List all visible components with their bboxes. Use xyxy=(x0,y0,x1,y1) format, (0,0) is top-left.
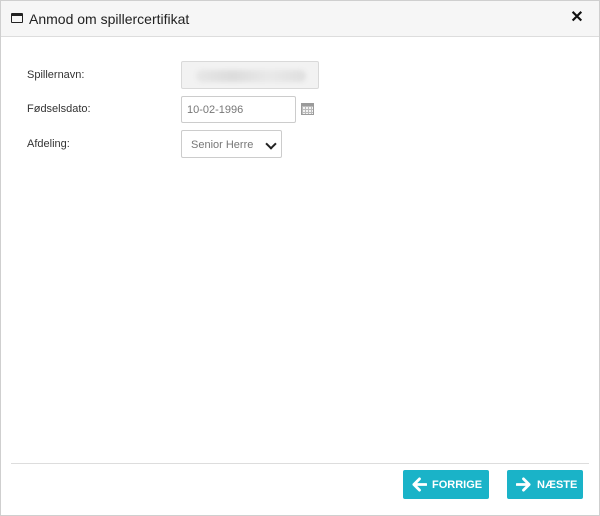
birthdate-field[interactable] xyxy=(181,96,296,123)
department-selected-value: Senior Herre xyxy=(191,139,254,151)
player-name-field[interactable] xyxy=(181,61,319,89)
department-label: Afdeling: xyxy=(27,138,70,150)
birthdate-label: Fødselsdato: xyxy=(27,103,91,115)
dialog-titlebar: Anmod om spillercertifikat ✕ xyxy=(1,1,599,37)
chevron-down-icon xyxy=(265,138,277,150)
next-button[interactable]: NÆSTE xyxy=(507,470,583,499)
close-button[interactable]: ✕ xyxy=(567,8,587,28)
previous-button-label: FORRIGE xyxy=(432,479,483,491)
certificate-request-dialog: Anmod om spillercertifikat ✕ Spillernavn… xyxy=(0,0,600,516)
calendar-icon[interactable] xyxy=(301,103,314,115)
dialog-title: Anmod om spillercertifikat xyxy=(29,11,190,27)
window-icon xyxy=(11,13,23,23)
arrow-left-icon xyxy=(412,477,427,492)
previous-button[interactable]: FORRIGE xyxy=(403,470,489,499)
close-icon: ✕ xyxy=(570,9,584,26)
footer-divider xyxy=(11,463,589,464)
redacted-name xyxy=(196,70,306,82)
arrow-right-icon xyxy=(516,477,531,492)
next-button-label: NÆSTE xyxy=(537,479,578,491)
player-name-label: Spillernavn: xyxy=(27,69,85,81)
department-select[interactable]: Senior Herre xyxy=(181,130,282,158)
